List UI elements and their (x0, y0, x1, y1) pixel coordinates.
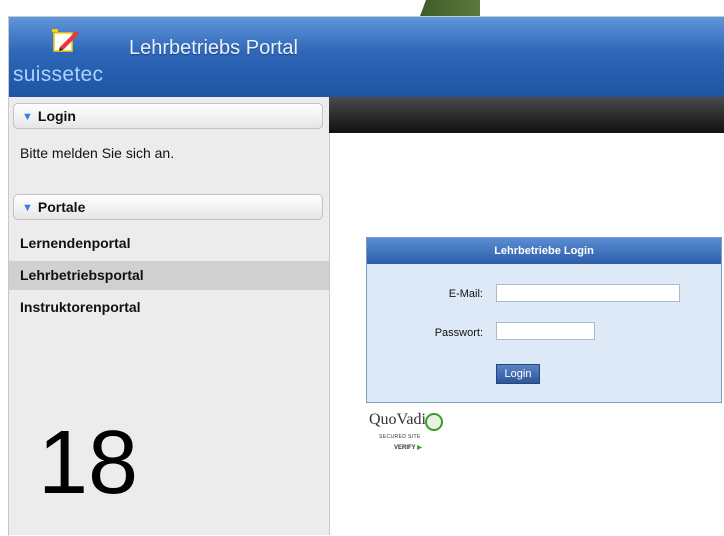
triangle-down-icon: ▼ (22, 202, 33, 214)
seal-name: QuoVadis (369, 411, 433, 428)
triangle-down-icon: ▼ (22, 111, 33, 123)
logo-text: suissetec (13, 63, 104, 86)
sidebar-item-lernendenportal[interactable]: Lernendenportal (9, 229, 329, 258)
password-label: Passwort: (434, 327, 483, 339)
top-decoration (420, 0, 480, 16)
seal-verify-label: VERIFY (394, 445, 416, 451)
email-label: E-Mail: (448, 288, 483, 300)
login-panel: Lehrbetriebe Login E-Mail: Passwort: Log… (366, 237, 722, 403)
login-panel-title: Lehrbetriebe Login (367, 238, 721, 264)
password-field[interactable] (496, 322, 595, 340)
login-section-label: Login (37, 108, 76, 124)
sidebar-item-lehrbetriebsportal[interactable]: Lehrbetriebsportal (9, 261, 329, 290)
portals-section-label: Portale (37, 199, 86, 215)
quovadis-seal[interactable]: QuoVadis SECURED SITE VERIFY ▶ (367, 405, 447, 455)
content-toolbar (329, 97, 724, 133)
portals-section-header[interactable]: ▼ Portale (13, 194, 323, 220)
pencil-logo-icon (52, 29, 79, 52)
login-section-header[interactable]: ▼ Login (13, 103, 323, 129)
login-button[interactable]: Login (496, 364, 540, 384)
shield-check-icon (425, 413, 443, 431)
seal-subtitle: SECURED SITE (379, 434, 421, 440)
page-number: 18 (38, 413, 139, 513)
email-field[interactable] (496, 284, 680, 302)
triangle-right-icon: ▶ (417, 445, 422, 451)
login-prompt: Bitte melden Sie sich an. (20, 145, 175, 161)
portal-header: suissetec Lehrbetriebs Portal (9, 17, 724, 97)
seal-verify-link[interactable]: VERIFY ▶ (394, 444, 422, 451)
suissetec-logo[interactable]: suissetec (13, 23, 123, 93)
sidebar-item-instruktorenportal[interactable]: Instruktorenportal (9, 293, 329, 322)
page-title: Lehrbetriebs Portal (129, 37, 298, 59)
